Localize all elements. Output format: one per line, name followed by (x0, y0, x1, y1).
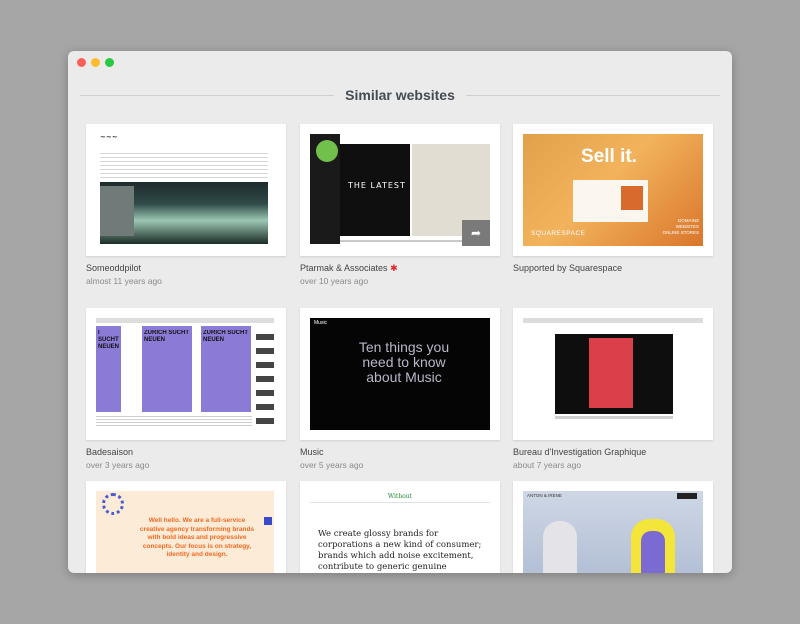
site-thumbnail[interactable]: Without We create glossy brands for corp… (300, 481, 500, 573)
minimize-window-button[interactable] (91, 58, 100, 67)
card-timestamp: over 10 years ago (300, 276, 369, 286)
browser-window: Similar websites ~~~ Someoddpilot almost… (68, 51, 732, 573)
poster-image (589, 338, 633, 408)
site-card[interactable]: Bureau d'Investigation Graphique about 7… (513, 308, 713, 470)
brand-label: ANTON & IRENE (527, 493, 562, 498)
zoom-window-button[interactable] (105, 58, 114, 67)
card-timestamp: almost 11 years ago (86, 276, 162, 286)
side-column (256, 326, 274, 426)
hero-headline: Ten things you need to know about Music (358, 339, 450, 385)
latest-heading: THE LATEST (348, 181, 406, 190)
site-card[interactable]: Sell it. SQUARESPACE DOMAINS WEBSITES ON… (513, 124, 713, 276)
card-title[interactable]: Ptarmak & Associates (300, 263, 388, 273)
text-columns (100, 150, 268, 180)
product-box (621, 186, 643, 210)
card-title[interactable]: Supported by Squarespace (513, 263, 713, 275)
site-card[interactable]: ~~~ Someoddpilot almost 11 years ago (86, 124, 286, 286)
site-thumbnail[interactable]: THE LATEST ➦ (300, 124, 500, 256)
share-icon[interactable]: ➦ (462, 220, 490, 246)
sell-heading: Sell it. (581, 146, 637, 167)
section-header: Similar websites (80, 85, 720, 107)
site-card[interactable]: Music Ten things you need to know about … (300, 308, 500, 470)
site-card[interactable]: Well hello. We are a full-service creati… (86, 481, 286, 573)
site-card[interactable]: THE LATEST ➦ Ptarmak & Associates ✱ over… (300, 124, 500, 286)
card-title[interactable]: Someoddpilot (86, 263, 286, 275)
hero-text: We create glossy brands for corporations… (318, 529, 482, 572)
site-logo: Without (387, 493, 413, 500)
top-bar (523, 318, 703, 323)
building-shape (100, 186, 134, 236)
card-timestamp: about 7 years ago (513, 460, 582, 470)
site-logo: ~~~ (100, 132, 118, 141)
card-timestamp: over 3 years ago (86, 460, 150, 470)
site-thumbnail[interactable]: Music Ten things you need to know about … (300, 308, 500, 440)
site-thumbnail[interactable]: Well hello. We are a full-service creati… (86, 481, 286, 573)
card-title-row[interactable]: Ptarmak & Associates ✱ (300, 263, 500, 275)
footer-text (96, 414, 252, 428)
brand-name: SQUARESPACE (531, 230, 586, 237)
title-bar (68, 51, 732, 73)
top-bar (96, 318, 274, 323)
site-thumbnail[interactable] (513, 308, 713, 440)
site-thumbnail[interactable]: Sell it. SQUARESPACE DOMAINS WEBSITES ON… (513, 124, 713, 256)
search-icon (264, 517, 272, 525)
caption-line (555, 416, 673, 419)
card-title[interactable]: Music (300, 447, 500, 459)
card-title[interactable]: Bureau d'Investigation Graphique (513, 447, 713, 459)
garment (641, 531, 665, 573)
site-thumbnail[interactable]: I SUCHT NEUEN ZURICH SUCHT NEUEN ZURICH … (86, 308, 286, 440)
site-label: Music (314, 320, 328, 326)
star-icon: ✱ (390, 263, 398, 273)
site-thumbnail[interactable]: ~~~ (86, 124, 286, 256)
card-title[interactable]: Badesaison (86, 447, 286, 459)
close-window-button[interactable] (77, 58, 86, 67)
site-card[interactable]: ANTON & IRENE (513, 481, 713, 573)
card-timestamp: over 5 years ago (300, 460, 364, 470)
mannequin (543, 521, 577, 573)
site-thumbnail[interactable]: ANTON & IRENE (513, 481, 713, 573)
poster-text: ZURICH SUCHT NEUEN (144, 330, 189, 343)
poster-text: ZURICH SUCHT NEUEN (203, 330, 248, 343)
site-card[interactable]: Without We create glossy brands for corp… (300, 481, 500, 573)
site-card[interactable]: I SUCHT NEUEN ZURICH SUCHT NEUEN ZURICH … (86, 308, 286, 470)
menu-button (677, 493, 697, 499)
badge-icon (316, 140, 338, 162)
hero-block (340, 144, 410, 236)
divider (466, 95, 720, 96)
logo-icon (102, 493, 124, 515)
hero-headline: Well hello. We are a full-service creati… (139, 517, 255, 558)
brand-tagline: DOMAINS WEBSITES ONLINE STORES (662, 218, 699, 235)
poster-text: I SUCHT NEUEN (98, 330, 120, 350)
